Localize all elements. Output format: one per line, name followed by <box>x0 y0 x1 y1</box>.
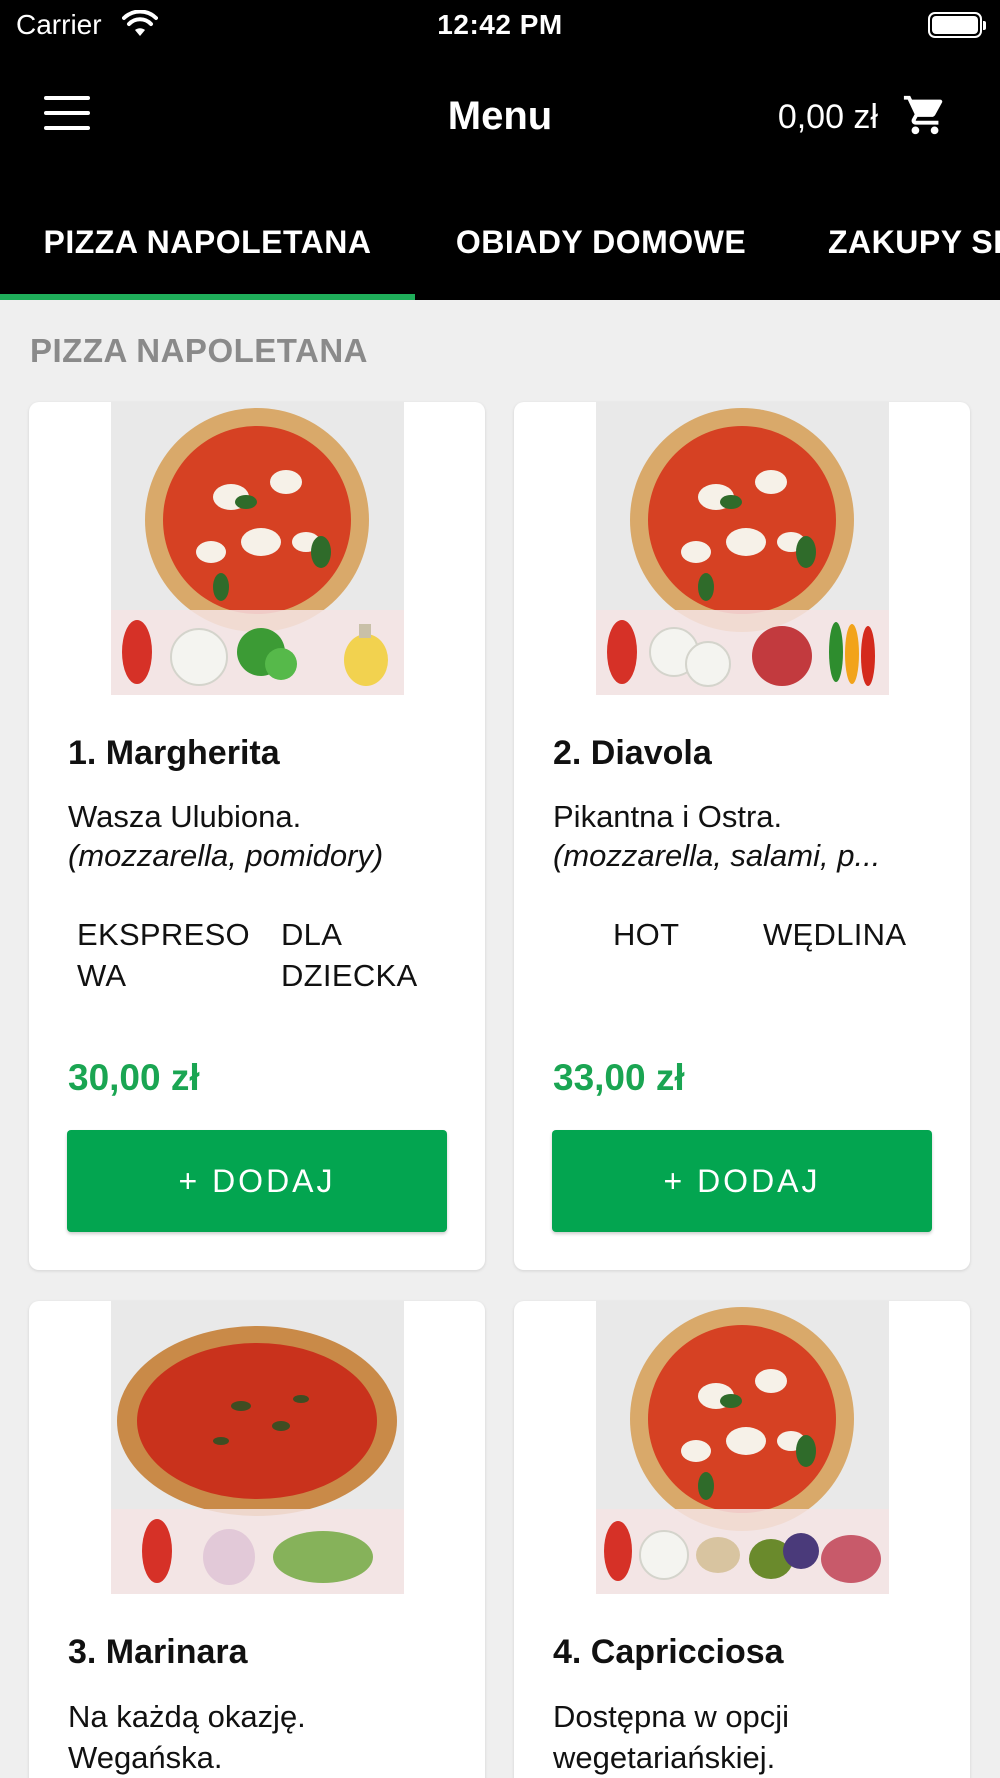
category-tabs: PIZZA NAPOLETANA OBIADY DOMOWE ZAKUPY SI <box>0 182 1000 300</box>
menu-item-card[interactable]: 4. Capricciosa Dostępna w opcji wegetari… <box>514 1301 970 1778</box>
nav-bar: Menu 0,00 zł <box>0 52 1000 182</box>
item-ingredients: (mozzarella, salami, p... <box>553 838 881 873</box>
item-name: 1. Margherita <box>68 734 280 772</box>
cart-total[interactable]: 0,00 zł <box>778 98 878 137</box>
item-price: 30,00 zł <box>68 1057 200 1098</box>
cart-icon[interactable] <box>902 92 948 138</box>
add-to-cart-button[interactable]: + DODAJ <box>552 1130 932 1232</box>
item-description: Pikantna i Ostra. <box>553 799 783 834</box>
pizza-image <box>111 402 404 695</box>
tab-obiady-domowe[interactable]: OBIADY DOMOWE <box>415 182 787 300</box>
tag-hot: HOT <box>613 917 680 952</box>
item-name: 2. Diavola <box>553 734 712 772</box>
pizza-image <box>596 1301 889 1594</box>
item-ingredients: (mozzarella, pomidory) <box>68 838 384 873</box>
item-description: Dostępna w opcji wegetariańskiej. <box>553 1699 790 1775</box>
pizza-image <box>596 402 889 695</box>
tag-dla-dziecka: DLA DZIECKA <box>281 917 418 993</box>
tag-ekspresowa: EKSPRESO WA <box>77 917 250 993</box>
tag-wedlina: WĘDLINA <box>763 917 907 952</box>
tab-zakupy[interactable]: ZAKUPY SI <box>828 182 1000 300</box>
status-bar: Carrier 12:42 PM <box>0 0 1000 52</box>
tab-pizza-napoletana[interactable]: PIZZA NAPOLETANA <box>0 182 415 300</box>
menu-item-card[interactable]: 3. Marinara Na każdą okazję. Wegańska. <box>29 1301 485 1778</box>
item-name: 3. Marinara <box>68 1633 248 1671</box>
menu-item-card[interactable]: 2. Diavola Pikantna i Ostra. (mozzarella… <box>514 402 970 1270</box>
add-to-cart-button[interactable]: + DODAJ <box>67 1130 447 1232</box>
item-name: 4. Capricciosa <box>553 1633 784 1671</box>
item-price: 33,00 zł <box>553 1057 685 1098</box>
section-title: PIZZA NAPOLETANA <box>30 332 368 369</box>
pizza-image <box>111 1301 404 1594</box>
item-description: Wasza Ulubiona. <box>68 799 302 834</box>
clock: 12:42 PM <box>437 9 563 40</box>
menu-item-card[interactable]: 1. Margherita Wasza Ulubiona. (mozzarell… <box>29 402 485 1270</box>
battery-icon <box>928 12 986 38</box>
item-description: Na każdą okazję. Wegańska. <box>68 1699 306 1775</box>
active-tab-indicator <box>0 294 415 300</box>
